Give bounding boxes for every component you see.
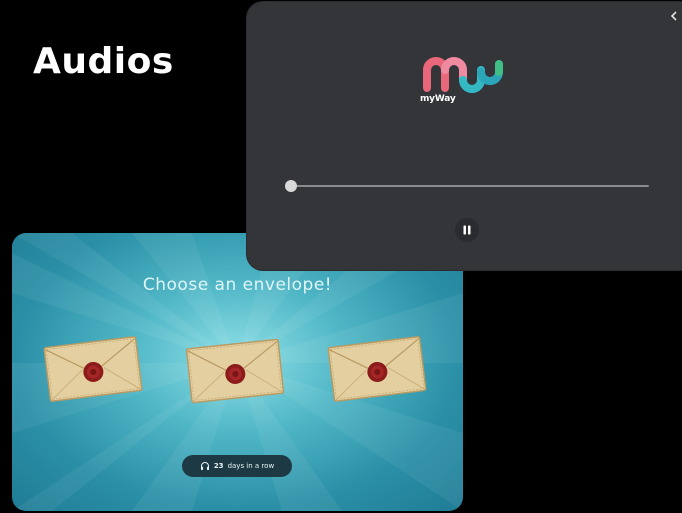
envelope-option-1[interactable] xyxy=(43,335,143,402)
streak-badge: 23 days in a row xyxy=(182,455,292,477)
logo-wordmark: myWay xyxy=(420,94,456,104)
envelope-icon xyxy=(185,338,285,404)
audio-player-card: myWay xyxy=(247,2,682,270)
envelope-icon xyxy=(327,336,427,402)
pause-icon xyxy=(463,225,471,235)
streak-count: 23 xyxy=(213,462,224,470)
envelope-game-card: Choose an envelope! 23 days in a row xyxy=(12,233,463,511)
streak-label: days in a row xyxy=(227,462,275,470)
progress-slider[interactable] xyxy=(285,180,649,192)
progress-thumb[interactable] xyxy=(285,180,297,192)
close-icon[interactable] xyxy=(669,6,679,21)
page-title: Audios xyxy=(33,41,174,82)
screen: Audios Choose an envelope! 23 days in a … xyxy=(0,0,682,513)
headphones-icon xyxy=(200,461,210,471)
game-title: Choose an envelope! xyxy=(142,275,333,295)
envelope-option-2[interactable] xyxy=(185,338,285,404)
pause-button[interactable] xyxy=(455,218,479,242)
envelope-option-3[interactable] xyxy=(327,335,427,402)
envelope-icon xyxy=(43,336,143,402)
